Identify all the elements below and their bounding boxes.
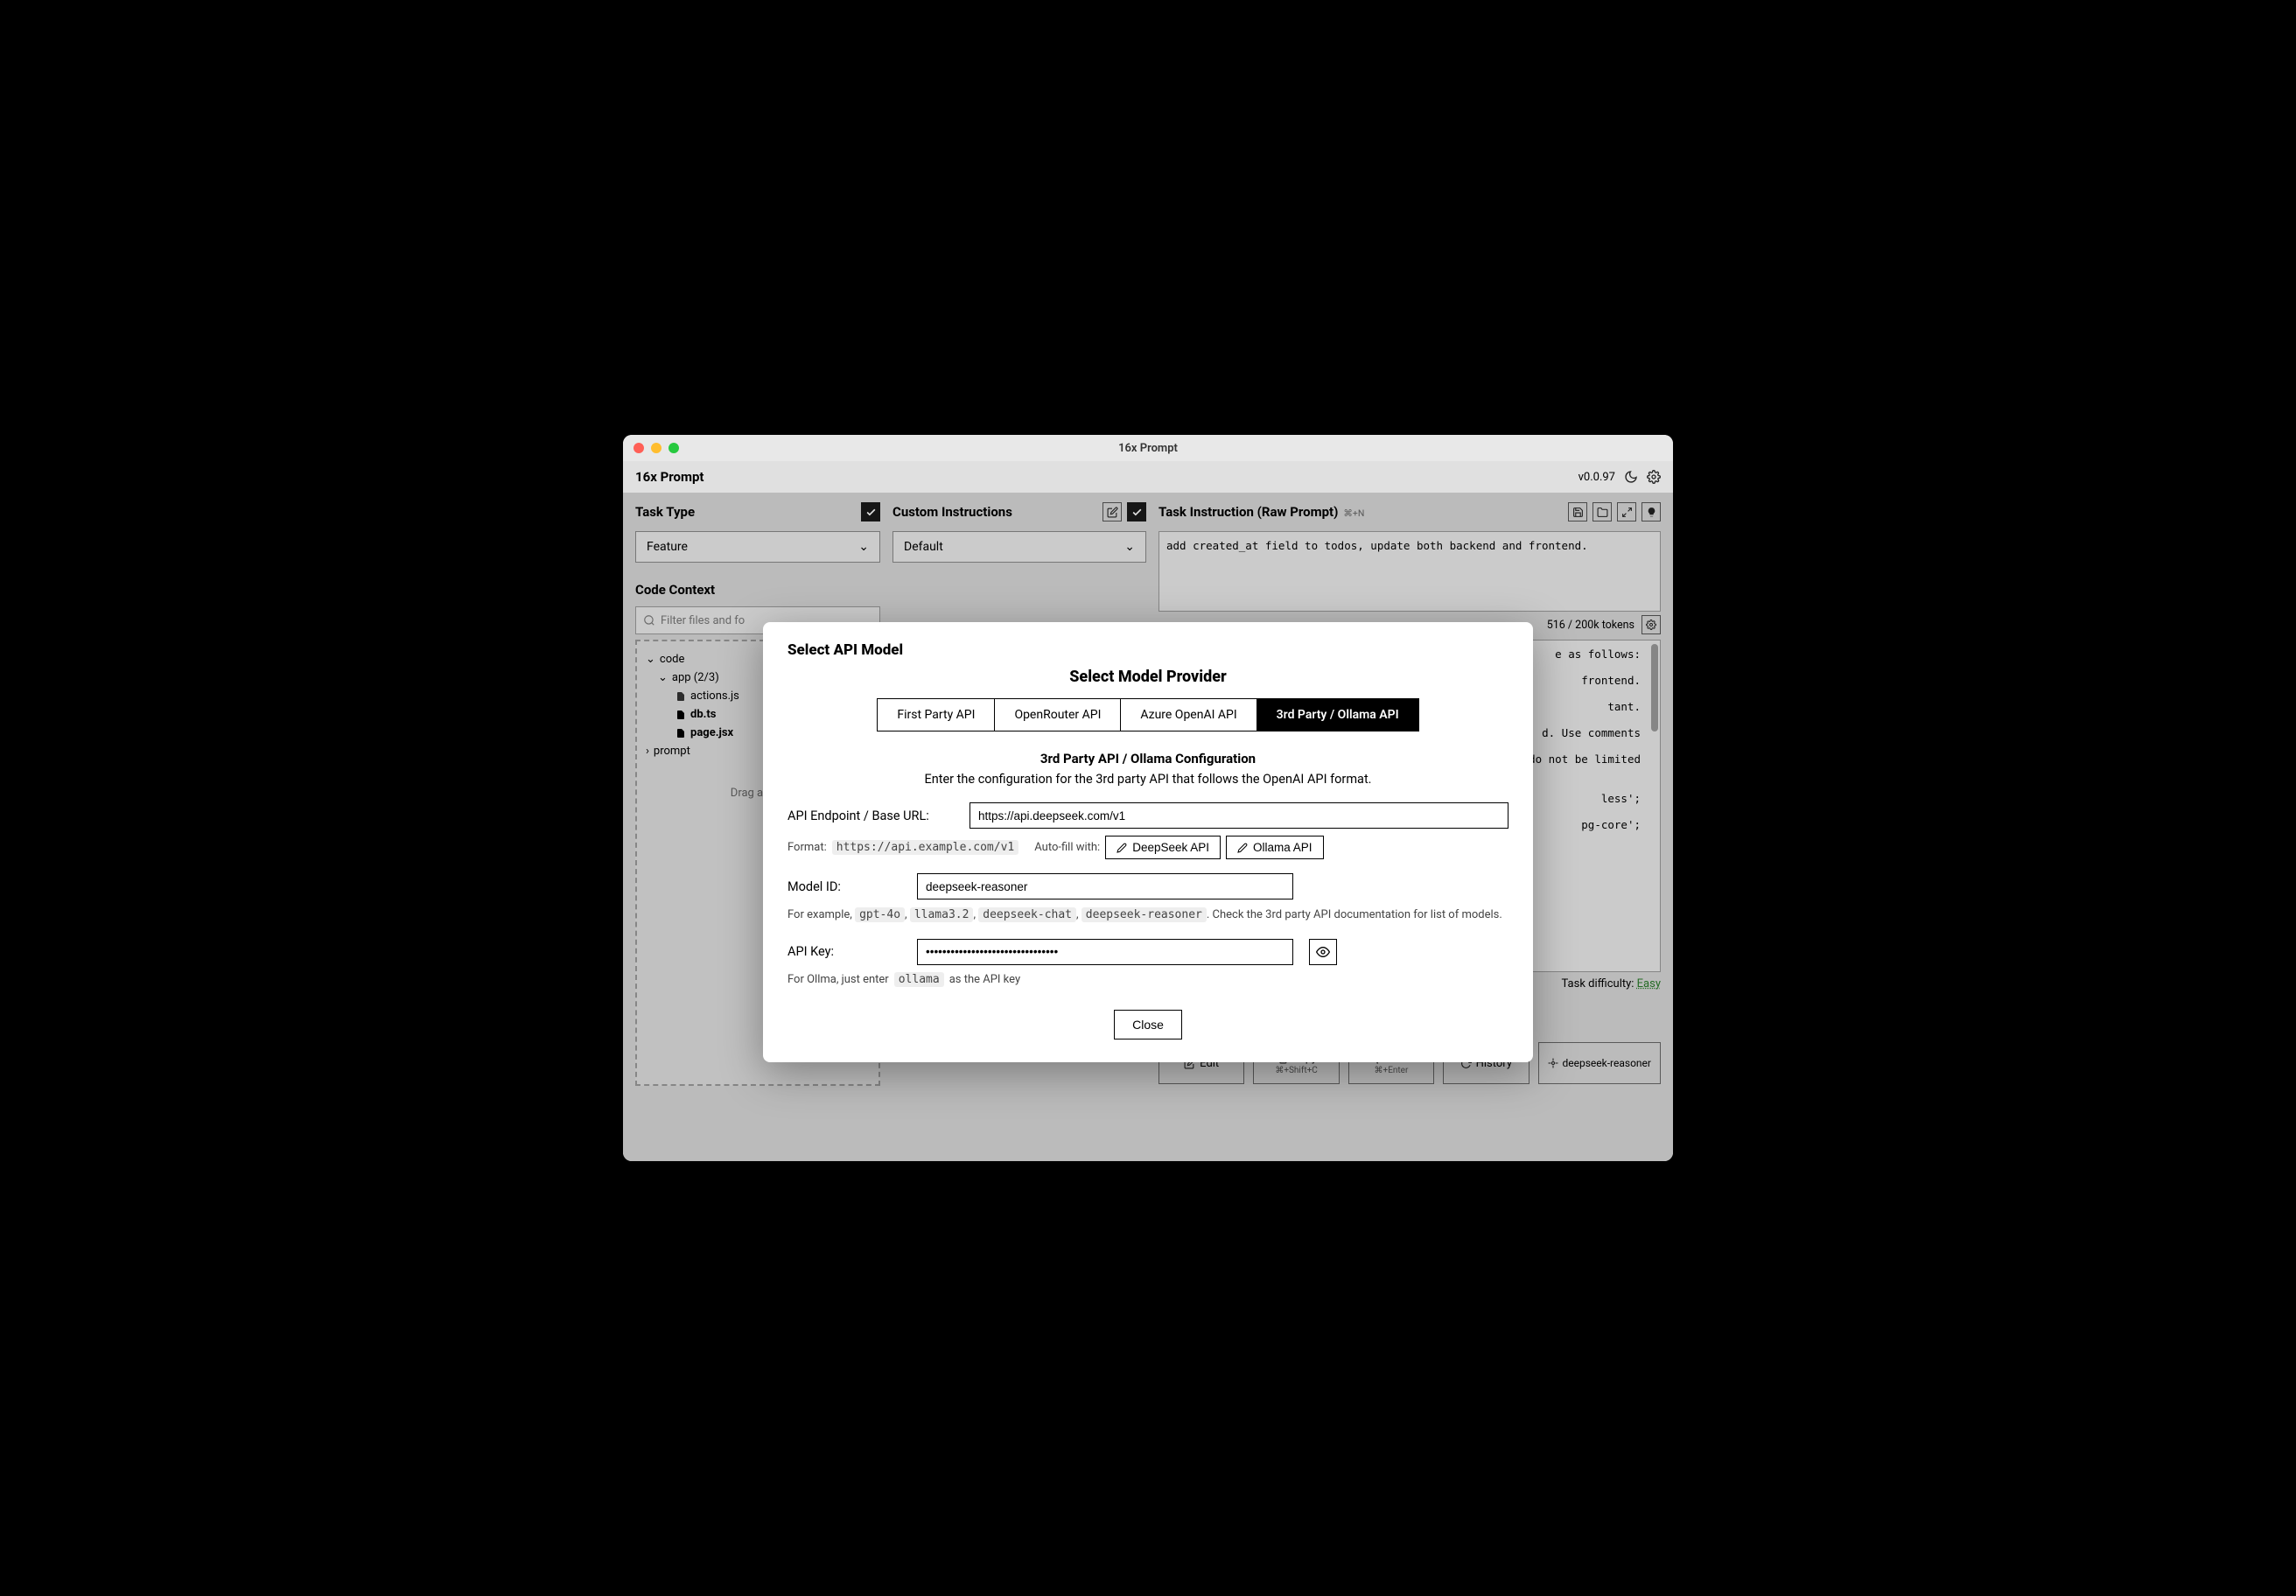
task-instruction-label: Task Instruction (Raw Prompt)⌘+N: [1158, 504, 1364, 520]
custom-instructions-check-icon[interactable]: [1127, 502, 1146, 522]
eye-icon: [1316, 945, 1330, 959]
file-icon: [676, 710, 686, 720]
chevron-down-icon: [1124, 540, 1135, 554]
endpoint-label: API Endpoint / Base URL:: [788, 808, 954, 823]
theme-toggle-icon[interactable]: [1624, 470, 1638, 484]
traffic-lights: [634, 443, 679, 453]
api-key-hint: For Ollma, just enter ollama as the API …: [788, 972, 1508, 987]
custom-instructions-select[interactable]: Default: [892, 531, 1146, 563]
file-icon: [676, 728, 686, 738]
task-instruction-textarea[interactable]: add created_at field to todos, update bo…: [1158, 531, 1661, 612]
save-icon[interactable]: [1568, 502, 1587, 522]
modal-subtitle: Select Model Provider: [788, 668, 1508, 686]
window-title: 16x Prompt: [1118, 442, 1178, 455]
tab-openrouter[interactable]: OpenRouter API: [995, 698, 1121, 732]
task-type-select[interactable]: Feature: [635, 531, 880, 563]
close-button[interactable]: Close: [1114, 1010, 1182, 1040]
endpoint-hint: Format: https://api.example.com/v1 Auto-…: [788, 836, 1508, 859]
api-key-input[interactable]: [917, 939, 1293, 965]
config-desc: Enter the configuration for the 3rd part…: [788, 772, 1508, 787]
settings-icon[interactable]: [1647, 470, 1661, 484]
api-key-label: API Key:: [788, 944, 901, 959]
main-content: Task Type Feature Code Context Filter fi…: [623, 493, 1673, 1161]
close-window-icon[interactable]: [634, 443, 644, 453]
file-icon: [676, 691, 686, 702]
tab-first-party[interactable]: First Party API: [877, 698, 995, 732]
provider-tabs: First Party API OpenRouter API Azure Ope…: [788, 698, 1508, 732]
model-select-button[interactable]: deepseek-reasoner: [1538, 1042, 1662, 1084]
modal-title: Select API Model: [788, 641, 1508, 659]
edit-instructions-icon[interactable]: [1102, 502, 1122, 522]
app-bar: 16x Prompt v0.0.97: [623, 461, 1673, 493]
model-id-label: Model ID:: [788, 879, 901, 894]
chevron-down-icon: ⌄: [646, 653, 655, 666]
lightbulb-icon[interactable]: [1642, 502, 1661, 522]
chevron-down-icon: ⌄: [658, 671, 668, 684]
minimize-window-icon[interactable]: [651, 443, 662, 453]
select-api-model-modal: Select API Model Select Model Provider F…: [763, 622, 1533, 1062]
model-id-input[interactable]: [917, 873, 1293, 900]
chevron-down-icon: [858, 540, 869, 554]
titlebar: 16x Prompt: [623, 435, 1673, 461]
token-count: 516 / 200k tokens: [1547, 619, 1634, 632]
custom-instructions-label: Custom Instructions: [892, 504, 1012, 520]
gear-icon: [1548, 1058, 1558, 1068]
pencil-icon: [1237, 843, 1248, 853]
search-icon: [643, 614, 655, 626]
maximize-window-icon[interactable]: [668, 443, 679, 453]
task-type-label: Task Type: [635, 504, 695, 520]
tab-third-party-ollama[interactable]: 3rd Party / Ollama API: [1257, 698, 1419, 732]
expand-icon[interactable]: [1617, 502, 1636, 522]
endpoint-input[interactable]: [970, 802, 1508, 829]
model-id-hint: For example, gpt-4o, llama3.2, deepseek-…: [788, 906, 1508, 925]
task-type-check-icon[interactable]: [861, 502, 880, 522]
app-version: v0.0.97: [1578, 471, 1615, 484]
config-title: 3rd Party API / Ollama Configuration: [788, 751, 1508, 766]
autofill-ollama-button[interactable]: Ollama API: [1226, 836, 1324, 859]
scrollbar-thumb[interactable]: [1651, 644, 1658, 732]
app-window: 16x Prompt 16x Prompt v0.0.97 Task Type …: [623, 435, 1673, 1161]
autofill-deepseek-button[interactable]: DeepSeek API: [1105, 836, 1221, 859]
code-context-label: Code Context: [635, 582, 880, 598]
chevron-right-icon: ›: [646, 745, 649, 758]
pencil-icon: [1116, 843, 1127, 853]
difficulty-link[interactable]: Easy: [1637, 977, 1661, 990]
folder-open-icon[interactable]: [1592, 502, 1612, 522]
toggle-visibility-button[interactable]: [1309, 939, 1337, 965]
tab-azure-openai[interactable]: Azure OpenAI API: [1121, 698, 1256, 732]
app-name: 16x Prompt: [635, 469, 704, 485]
token-settings-icon[interactable]: [1642, 615, 1661, 634]
